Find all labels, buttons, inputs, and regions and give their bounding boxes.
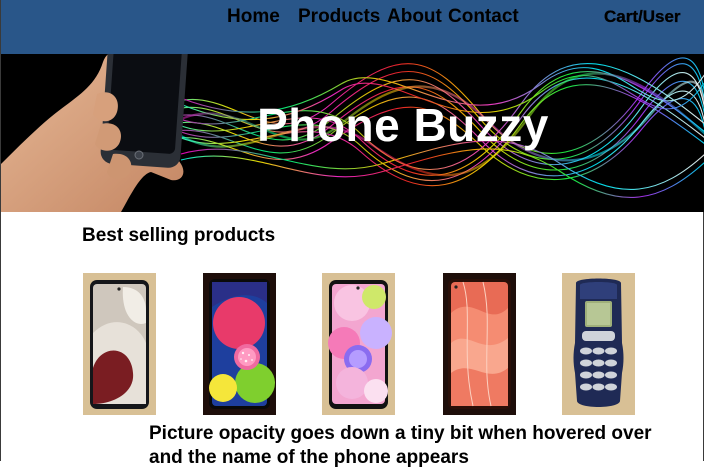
product-card-2[interactable] <box>203 273 276 415</box>
product-card-4[interactable] <box>443 273 516 415</box>
product-card-1[interactable] <box>83 273 156 415</box>
phone-white-blobs-image <box>90 280 149 409</box>
best-selling-heading: Best selling products <box>82 225 276 246</box>
product-card-3[interactable] <box>322 273 395 415</box>
nav-products-link[interactable]: Products <box>298 6 380 28</box>
phone-coral-waves-image <box>448 279 511 409</box>
phone-pink-sphere-image <box>209 279 275 409</box>
product-card-5[interactable] <box>562 273 635 415</box>
hero-banner: Phone Buzzy <box>1 54 704 212</box>
phone-nokia-keypad-image <box>573 278 624 407</box>
phone-pastel-bubble-image <box>328 280 392 409</box>
nav-contact-link[interactable]: Contact <box>448 6 519 28</box>
nav-home-link[interactable]: Home <box>227 6 280 28</box>
hover-note-text: Picture opacity goes down a tiny bit whe… <box>149 423 652 468</box>
site-title: Phone Buzzy <box>257 99 549 151</box>
nav-cart-user-link[interactable]: Cart/User <box>604 7 681 27</box>
top-navbar: Home Products About Contact Cart/User <box>1 0 704 54</box>
nav-about-link[interactable]: About <box>387 6 442 28</box>
